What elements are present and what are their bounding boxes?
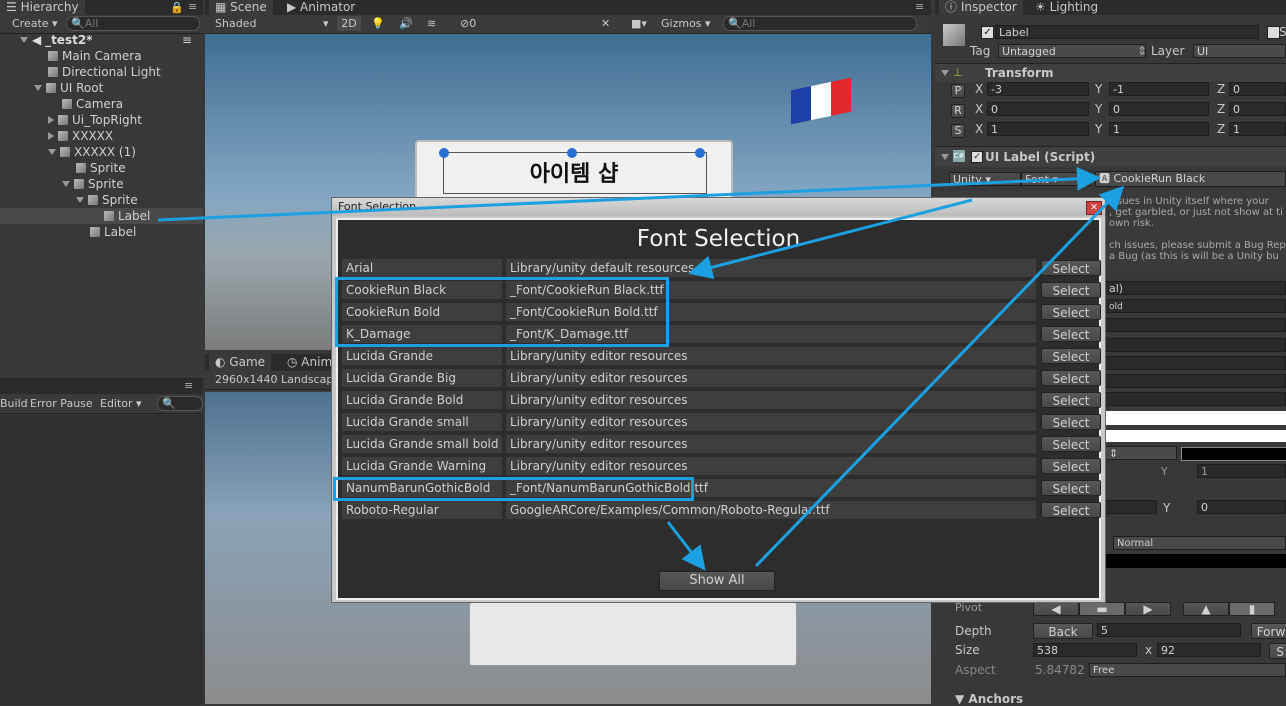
- annotation-arrow: [157, 166, 1101, 222]
- annotation-arrow: [688, 198, 973, 280]
- annotation-arrow: [666, 521, 706, 571]
- annotation-arrow: [754, 185, 1125, 568]
- annotation-arrows: [157, 166, 1125, 571]
